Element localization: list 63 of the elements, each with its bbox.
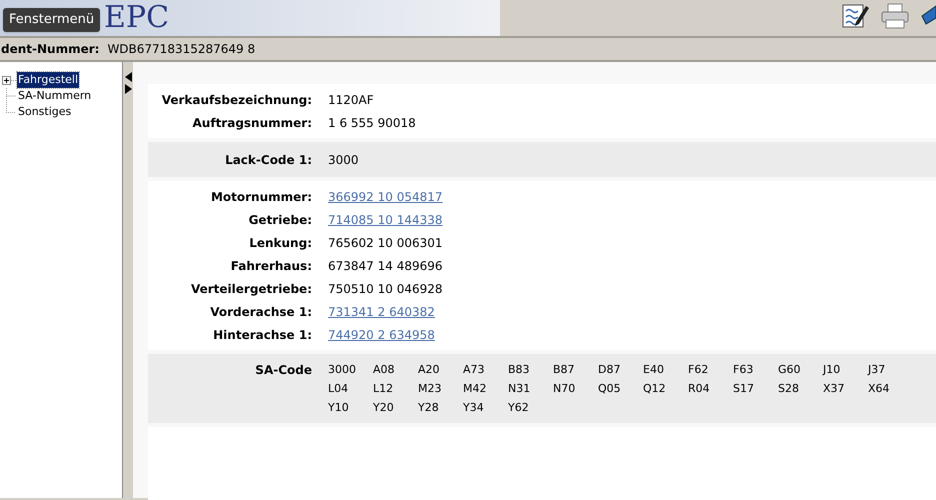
sa-code: M42 <box>463 381 488 397</box>
field-label: Verkaufsbezeichnung: <box>160 92 312 108</box>
ident-value: WDB67718315287649 8 <box>107 41 256 58</box>
sa-code: Y10 <box>328 400 350 416</box>
field-label: Motornummer: <box>210 188 312 206</box>
field-label: Lack-Code 1: <box>224 152 312 168</box>
field-value: 765602 10 006301 <box>328 234 443 252</box>
sa-code: A08 <box>373 362 396 378</box>
sa-code: N31 <box>508 381 532 397</box>
field-label: Hinterachse 1: <box>212 326 312 344</box>
sa-code: L12 <box>373 381 394 397</box>
field-value: 750510 10 046928 <box>328 280 443 298</box>
logo-text: EPC <box>104 3 170 33</box>
sa-code: S28 <box>778 381 800 397</box>
sa-code: G60 <box>778 362 802 378</box>
tree-item[interactable]: Fahrgestell <box>17 72 80 88</box>
sa-code: N70 <box>553 381 576 397</box>
sa-code: B83 <box>508 362 531 378</box>
field-label: SA-Code <box>254 362 312 379</box>
printer-icon[interactable] <box>880 2 910 30</box>
sa-code: F63 <box>733 362 754 378</box>
field-value: 3000 <box>328 152 359 168</box>
ident-label: dent-Nummer: <box>0 41 100 58</box>
sa-code: J37 <box>868 362 886 378</box>
sa-code: A20 <box>418 362 441 378</box>
sa-code: L04 <box>328 381 350 397</box>
field-label: Auftragsnummer: <box>192 114 312 132</box>
expand-plus-icon[interactable] <box>2 76 16 84</box>
sa-code: Q05 <box>598 381 622 397</box>
field-value: 1 6 555 90018 <box>328 114 416 132</box>
sa-code: M23 <box>418 381 442 397</box>
field-label: Fahrerhaus: <box>230 258 312 274</box>
sa-code: D87 <box>598 362 622 378</box>
splitter-arrows-icon[interactable] <box>124 72 132 94</box>
notes-pencil-icon[interactable] <box>842 2 870 30</box>
sa-code: Q12 <box>643 381 667 397</box>
field-link[interactable]: 731341 2 640382 <box>328 302 435 320</box>
sa-code: R04 <box>688 381 711 397</box>
sa-code: B87 <box>553 362 576 378</box>
sa-code: 3000 <box>328 362 357 378</box>
field-label: Lenkung: <box>248 234 312 252</box>
field-value: 673847 14 489696 <box>328 258 443 274</box>
sa-code: A73 <box>463 362 486 378</box>
field-label: Getriebe: <box>248 212 312 228</box>
sa-code: E40 <box>643 362 665 378</box>
sa-code: F62 <box>688 362 710 378</box>
tree-item[interactable]: Sonstiges <box>17 104 72 120</box>
field-link[interactable]: 714085 10 144338 <box>328 210 443 228</box>
field-label: Verteilergetriebe: <box>190 280 312 298</box>
sa-code: X37 <box>823 381 846 397</box>
tooltip: Fenstermenü <box>3 8 100 32</box>
field-value: 1120AF <box>328 92 374 108</box>
sa-code: S17 <box>733 381 755 397</box>
sa-code: Y34 <box>463 400 485 416</box>
sa-code: X64 <box>868 381 891 397</box>
field-link[interactable]: 366992 10 054817 <box>328 188 443 206</box>
sa-code: J10 <box>823 362 842 378</box>
field-label: Vorderachse 1: <box>209 304 312 320</box>
tree-item[interactable]: SA-Nummern <box>17 88 92 104</box>
sa-code: Y28 <box>418 400 440 416</box>
sa-code: Y20 <box>373 400 395 416</box>
field-link[interactable]: 744920 2 634958 <box>328 326 435 344</box>
sa-code: Y62 <box>508 400 530 416</box>
